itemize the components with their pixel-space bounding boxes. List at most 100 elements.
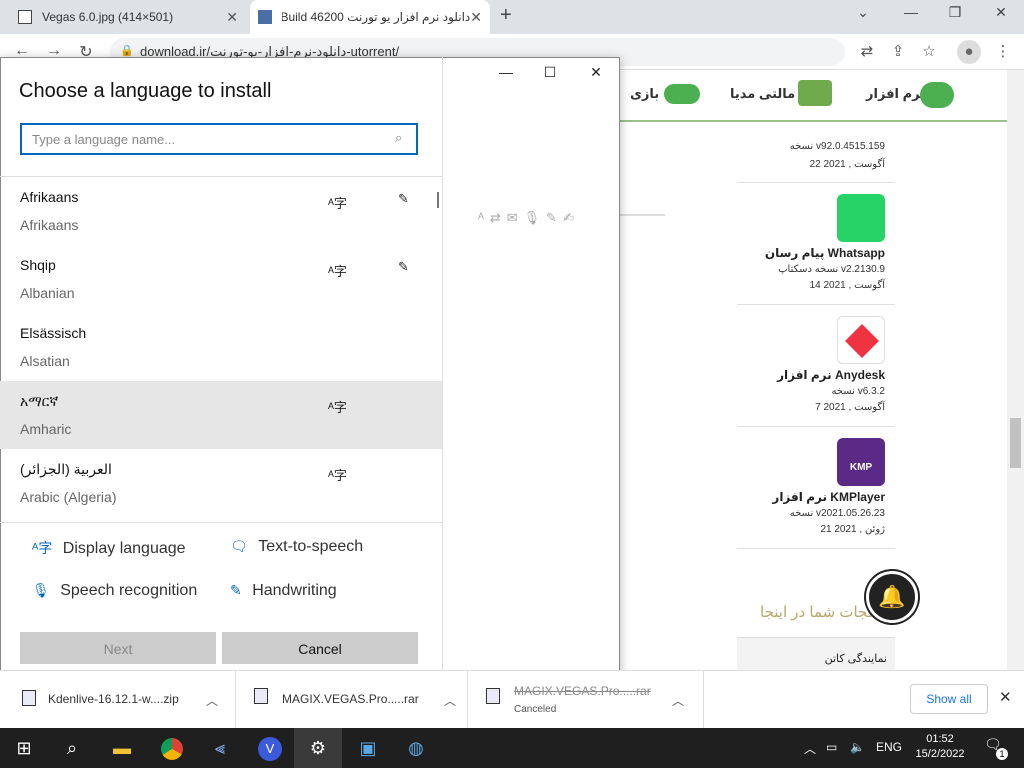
agency-box[interactable]: نمایندگی کاتن — [737, 637, 895, 670]
clock-time: 01:52 — [926, 733, 954, 745]
share-icon[interactable]: ⇪ — [887, 42, 909, 60]
app-date: 22 آگوست , 2021 — [809, 159, 885, 170]
nav-multimedia[interactable]: مالتی مدیا — [730, 86, 795, 102]
page-scrollbar[interactable] — [1007, 70, 1024, 670]
profile-avatar-icon[interactable]: ● — [957, 40, 981, 64]
settings-gear-icon[interactable]: ⚙ — [294, 728, 342, 768]
app-version: نسخه v2021.05.26.23 — [789, 508, 885, 519]
browser-tab[interactable]: Vegas 6.0.jpg (414×501) ✕ — [10, 0, 246, 34]
download-item[interactable]: MAGIX.VEGAS.Pro.....rar ︿ — [236, 670, 468, 728]
language-list-scrollbar[interactable] — [437, 192, 439, 208]
input-language[interactable]: ENG — [876, 740, 902, 754]
site-icon — [258, 10, 272, 24]
close-window-button[interactable]: ✕ — [986, 4, 1016, 21]
app-card[interactable]: نسخه v92.0.4515.159 22 آگوست , 2021 — [737, 123, 895, 183]
image-icon — [18, 10, 32, 24]
show-hidden-icons-chevron[interactable]: ︿ — [804, 740, 816, 757]
dialog-pane-divider — [442, 57, 443, 689]
new-tab-button[interactable]: + — [500, 4, 520, 27]
language-item[interactable]: Elsässisch Alsatian — [0, 313, 442, 381]
nav-software[interactable]: نرم افزار — [866, 86, 925, 102]
notification-bell-icon[interactable]: 🔔 — [866, 571, 918, 623]
page-scrollbar-thumb[interactable] — [1010, 418, 1021, 468]
capability-icons-preview: ᴬ⇄✉🎙✎✍ — [478, 210, 580, 225]
display-language-icon: ᴬ字 — [32, 540, 53, 556]
language-native-name: Elsässisch — [20, 325, 87, 341]
language-native-name: Shqip — [20, 257, 56, 273]
language-english-name: Afrikaans — [20, 217, 79, 233]
app-card[interactable]: پیام رسان Whatsapp نسخه دسکتاپ v2.2130.9… — [737, 184, 895, 305]
app-title[interactable]: پیام رسان Whatsapp — [765, 246, 885, 260]
bookmark-star-icon[interactable]: ☆ — [918, 42, 940, 60]
download-name: MAGIX.VEGAS.Pro.....rar — [282, 692, 419, 706]
language-english-name: Arabic (Algeria) — [20, 489, 117, 505]
search-icon[interactable]: ⌕ — [48, 728, 96, 768]
text-to-speech-icon: 🗨 — [230, 538, 248, 554]
network-icon[interactable]: ▭ — [826, 740, 837, 754]
legend-display-language: ᴬ字 Display language — [32, 540, 186, 557]
dialog-maximize-button[interactable]: ☐ — [538, 64, 562, 81]
language-item[interactable]: Shqip Albanian ᴬ字 ✎ — [0, 245, 442, 313]
app-title[interactable]: نرم افزار Anydesk — [777, 368, 885, 382]
chevron-up-icon[interactable]: ︿ — [444, 692, 456, 709]
restore-button[interactable]: ❐ — [940, 4, 970, 21]
section-heading: گجات شما در اینجا — [760, 604, 875, 621]
close-tab-icon[interactable]: ✕ — [226, 9, 238, 26]
tab-title: Vegas 6.0.jpg (414×501) — [42, 10, 174, 24]
volume-icon[interactable]: 🔈 — [850, 740, 865, 754]
kmplayer-logo-icon: KMP — [837, 438, 885, 486]
language-native-name: العربية (الجزائر) — [20, 461, 112, 477]
display-language-icon: ᴬ字 — [328, 400, 347, 415]
language-english-name: Alsatian — [20, 353, 70, 369]
start-windows-icon[interactable]: ⊞ — [0, 728, 48, 768]
language-item[interactable]: Afrikaans Afrikaans ᴬ字 ✎ — [0, 177, 442, 245]
next-button[interactable]: Next — [20, 632, 216, 664]
app-card[interactable]: نرم افزار Anydesk نسخه v6.3.2 7 آگوست , … — [737, 306, 895, 427]
agency-link[interactable]: نمایندگی کاتن — [825, 652, 887, 665]
translate-icon[interactable]: ⇄ — [856, 42, 878, 60]
zip-file-icon — [22, 690, 36, 706]
download-status: Canceled — [514, 704, 557, 715]
editor-app-icon[interactable]: ⫷ — [196, 728, 244, 768]
browser-tab-active[interactable]: دانلود نرم افزار یو تورنت 46200 Build ✕ — [250, 0, 490, 34]
show-all-downloads-button[interactable]: Show all — [910, 684, 988, 714]
download-item[interactable]: Kdenlive-16.12.1-w....zip ︿ — [0, 670, 236, 728]
network-globe-icon[interactable]: ◍ — [392, 728, 440, 768]
language-list[interactable]: Afrikaans Afrikaans ᴬ字 ✎ Shqip Albanian … — [0, 176, 442, 523]
handwriting-icon: ✎ — [230, 582, 242, 598]
dialog-close-button[interactable]: ✕ — [584, 64, 608, 81]
chevron-up-icon[interactable]: ︿ — [206, 692, 218, 709]
legend-speech-recognition: 🎙 Speech recognition — [32, 582, 198, 599]
app-date: 14 آگوست , 2021 — [809, 280, 885, 291]
app-version: نسخه دسکتاپ v2.2130.9 — [778, 264, 885, 275]
clock-date: 15/2/2022 — [915, 748, 965, 760]
app-date: 21 ژوئن , 2021 — [820, 524, 885, 535]
file-explorer-icon[interactable]: ▬ — [98, 728, 146, 768]
dialog-minimize-button[interactable]: — — [494, 64, 518, 80]
app-card[interactable]: KMP نرم افزار KMPlayer نسخه v2021.05.26.… — [737, 428, 895, 549]
legend-text-to-speech: 🗨 Text-to-speech — [230, 538, 364, 555]
whatsapp-logo-icon — [837, 194, 885, 242]
chrome-icon[interactable] — [148, 728, 196, 768]
app-date: 7 آگوست , 2021 — [815, 402, 885, 413]
notification-count-badge: 1 — [996, 748, 1008, 760]
nav-games[interactable]: بازی — [630, 86, 659, 102]
chevron-up-icon[interactable]: ︿ — [672, 692, 684, 709]
download-name: MAGIX.VEGAS.Pro.....rar — [514, 684, 651, 698]
clock[interactable]: 01:52 15/2/2022 — [912, 733, 968, 760]
language-search-input[interactable] — [20, 123, 418, 155]
close-tab-icon[interactable]: ✕ — [470, 9, 482, 26]
tab-search-icon[interactable]: ⌄ — [848, 4, 878, 21]
menu-dots-icon[interactable]: ⋮ — [992, 42, 1014, 60]
download-item[interactable]: MAGIX.VEGAS.Pro.....rar Canceled ︿ — [468, 670, 704, 728]
app-title[interactable]: نرم افزار KMPlayer — [772, 490, 885, 504]
gamepad-icon — [664, 84, 700, 104]
language-item[interactable]: العربية (الجزائر) Arabic (Algeria) ᴬ字 — [0, 449, 442, 517]
display-language-icon: ᴬ字 — [328, 196, 347, 211]
minimize-button[interactable]: — — [896, 4, 926, 20]
control-panel-icon[interactable]: ▣ — [344, 728, 392, 768]
language-item-selected[interactable]: አማርኛ Amharic ᴬ字 — [0, 381, 442, 449]
cancel-button[interactable]: Cancel — [222, 632, 418, 664]
vpn-app-icon[interactable]: V — [246, 728, 294, 768]
close-downloads-bar-icon[interactable]: ✕ — [999, 688, 1012, 706]
